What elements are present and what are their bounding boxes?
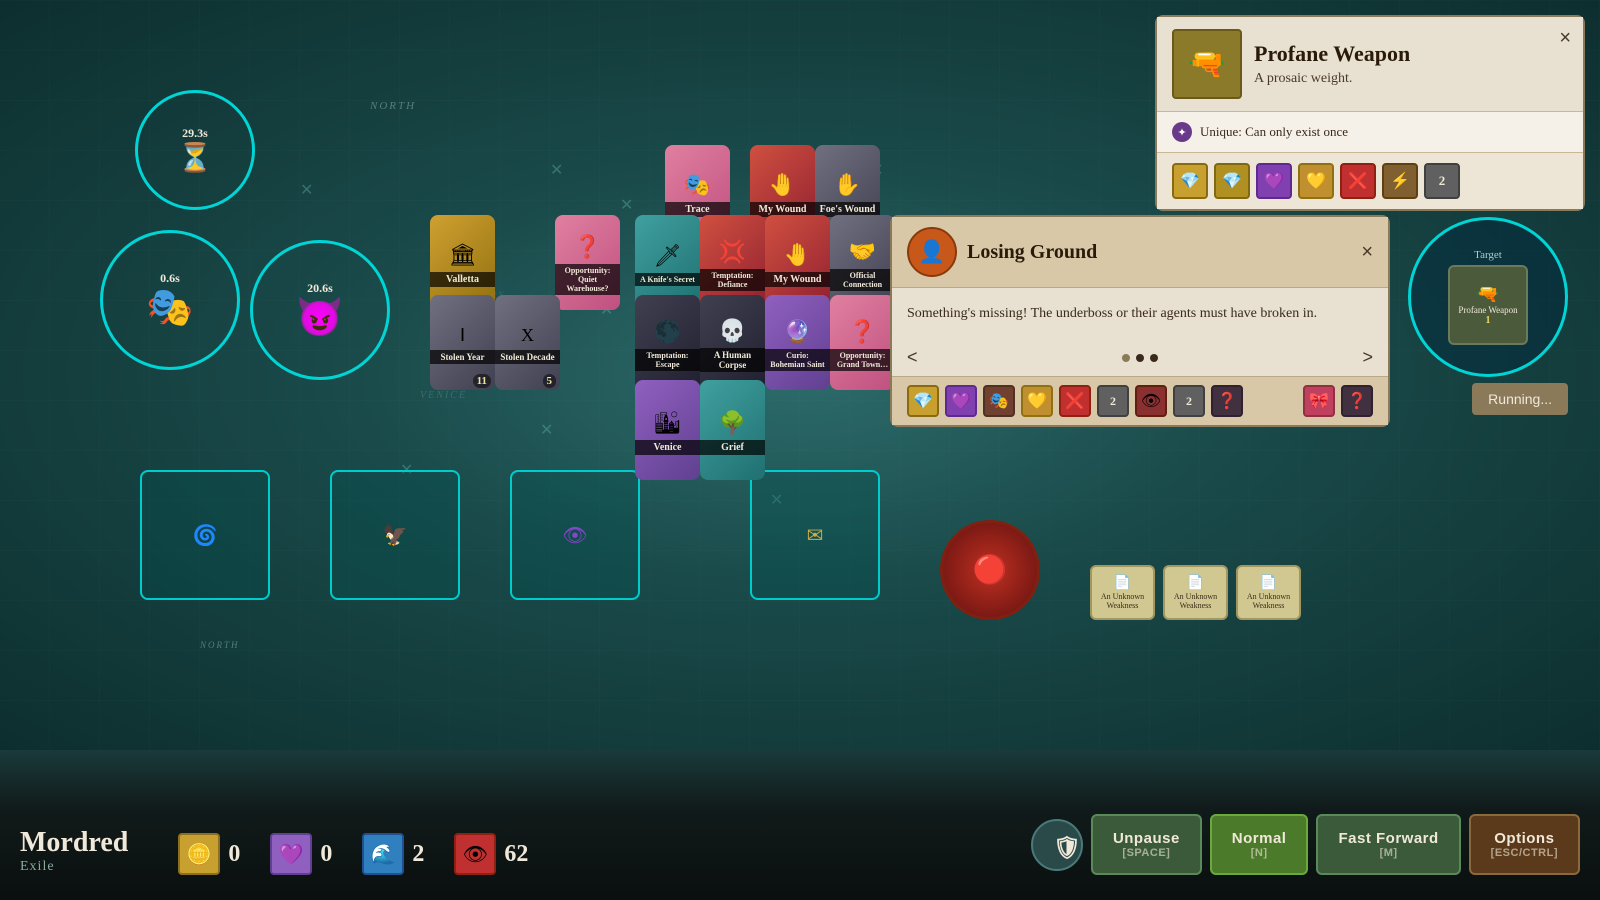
event-dot-3 <box>1150 354 1158 362</box>
event-side-icon-1[interactable]: 🎀 <box>1303 385 1335 417</box>
event-side-icon-2[interactable]: ❓ <box>1341 385 1373 417</box>
resource-item-0: 🪙 0 <box>178 833 240 875</box>
options-button[interactable]: Options [ESC/CTRL] <box>1469 814 1580 875</box>
tooltip-icons-row: 💎 💎 💜 💛 ❌ ⚡ 2 <box>1157 152 1583 209</box>
resource-bar: 🪙 0 💜 0 🌊 2 👁 62 <box>148 818 1011 890</box>
event-icons-row: 💎 💜 🎭 💛 ❌ 2 👁 2 ❓ 🎀 ❓ <box>892 376 1388 425</box>
weakness-card-2[interactable]: 📄 An Unknown Weakness <box>1163 565 1228 620</box>
card-opportunity-grand[interactable]: ❓ Opportunity: Grand Town… <box>830 295 895 390</box>
resource-icon-2: 🌊 <box>362 833 404 875</box>
weakness-card-1[interactable]: 📄 An Unknown Weakness <box>1090 565 1155 620</box>
event-icon-8: 2 <box>1173 385 1205 417</box>
timer-circle-left1[interactable]: 0.6s 🎭 <box>100 230 240 370</box>
unpause-button[interactable]: Unpause [SPACE] <box>1091 814 1202 875</box>
weakness-cards-area: 📄 An Unknown Weakness 📄 An Unknown Weakn… <box>1090 565 1301 620</box>
card-human-corpse[interactable]: 💀 A Human Corpse <box>700 295 765 390</box>
event-icon-5[interactable]: ❌ <box>1059 385 1091 417</box>
tip-icon-4[interactable]: 💛 <box>1298 163 1334 199</box>
resource-icon-3: 👁 <box>454 833 496 875</box>
red-device[interactable]: 🔴 <box>940 520 1040 620</box>
resource-icon-1: 💜 <box>270 833 312 875</box>
tooltip-unique-tag: ✦ Unique: Can only exist once <box>1172 122 1568 142</box>
event-target-label: Target <box>1474 249 1502 261</box>
event-prev-button[interactable]: < <box>907 347 918 368</box>
event-running-button[interactable]: Running... <box>1472 383 1568 415</box>
timer-circle-left2[interactable]: 20.6s 😈 <box>250 240 390 380</box>
event-target-circle: Target 🔫 Profane Weapon 1 <box>1408 217 1568 377</box>
card-stolen-decade[interactable]: X Stolen Decade 5 <box>495 295 560 390</box>
event-header: 👤 Losing Ground × <box>892 217 1388 288</box>
resource-count-0: 0 <box>228 841 240 868</box>
card-stolen-year[interactable]: Ⅰ Stolen Year 11 <box>430 295 495 390</box>
event-dot-2 <box>1136 354 1144 362</box>
event-target-card[interactable]: 🔫 Profane Weapon 1 <box>1448 265 1528 345</box>
resource-item-2: 🌊 2 <box>362 833 424 875</box>
map-label-north: NORTH <box>370 100 416 112</box>
resource-count-3: 62 <box>504 841 528 868</box>
event-icon-1[interactable]: 💎 <box>907 385 939 417</box>
tip-icon-7: 2 <box>1424 163 1460 199</box>
event-body: Something's missing! The underboss or th… <box>892 288 1388 339</box>
normal-button[interactable]: Normal [N] <box>1210 814 1309 875</box>
player-subtitle: Exile <box>20 859 128 875</box>
event-icon-7[interactable]: 👁 <box>1135 385 1167 417</box>
resource-item-1: 💜 0 <box>270 833 332 875</box>
card-curio-bohemian[interactable]: 🔮 Curio: Bohemian Saint <box>765 295 830 390</box>
location-slot-3[interactable]: 👁 <box>510 470 640 600</box>
card-grief[interactable]: 🌳 Grief <box>700 380 765 480</box>
location-slot-2[interactable]: 🦅 <box>330 470 460 600</box>
tip-icon-1[interactable]: 💎 <box>1172 163 1208 199</box>
tip-icon-6[interactable]: ⚡ <box>1382 163 1418 199</box>
control-buttons: 🛡 Unpause [SPACE] Normal [N] Fast Forwar… <box>1011 799 1600 890</box>
player-info: Mordred Exile <box>0 812 148 890</box>
tip-icon-3[interactable]: 💜 <box>1256 163 1292 199</box>
tooltip-weapon-icon: 🔫 <box>1172 29 1242 99</box>
resource-item-3: 👁 62 <box>454 833 528 875</box>
tooltip-close-button[interactable]: × <box>1559 27 1571 50</box>
map-label-med: NORTH <box>200 640 240 650</box>
event-panel: 👤 Losing Ground × Something's missing! T… <box>890 215 1390 427</box>
timer-circle-top[interactable]: 29.3s ⏳ <box>135 90 255 210</box>
event-icon-4[interactable]: 💛 <box>1021 385 1053 417</box>
card-opportunity-quiet[interactable]: ❓ Opportunity: Quiet Warehouse? <box>555 215 620 310</box>
card-venice[interactable]: 🏙 Venice <box>635 380 700 480</box>
event-icon-6: 2 <box>1097 385 1129 417</box>
timer-top-value: 29.3s <box>182 126 208 141</box>
event-nav: < > <box>892 339 1388 376</box>
bottom-bar: Mordred Exile 🪙 0 💜 0 🌊 2 👁 62 🛡 Unpause… <box>0 750 1600 900</box>
resource-count-2: 2 <box>412 841 424 868</box>
shield-button[interactable]: 🛡 <box>1031 819 1083 871</box>
weakness-card-3[interactable]: 📄 An Unknown Weakness <box>1236 565 1301 620</box>
event-dot-1 <box>1122 354 1130 362</box>
card-temptation-escape[interactable]: 🌑 Temptation: Escape <box>635 295 700 390</box>
event-icon-9[interactable]: ❓ <box>1211 385 1243 417</box>
resource-icon-0: 🪙 <box>178 833 220 875</box>
tip-icon-5[interactable]: ❌ <box>1340 163 1376 199</box>
tooltip-panel: 🔫 Profane Weapon A prosaic weight. × ✦ U… <box>1155 15 1585 211</box>
player-name: Mordred <box>20 827 128 859</box>
resource-count-1: 0 <box>320 841 332 868</box>
location-slot-1[interactable]: 🌀 <box>140 470 270 600</box>
event-close-button[interactable]: × <box>1361 241 1373 264</box>
tooltip-title: Profane Weapon <box>1254 41 1410 67</box>
map-label-venice: Venice <box>420 390 467 401</box>
event-icon-3[interactable]: 🎭 <box>983 385 1015 417</box>
event-avatar: 👤 <box>907 227 957 277</box>
timer-left1-value: 0.6s <box>160 271 180 286</box>
event-next-button[interactable]: > <box>1362 347 1373 368</box>
tooltip-description: A prosaic weight. <box>1254 71 1410 87</box>
unique-icon: ✦ <box>1172 122 1192 142</box>
fast-forward-button[interactable]: Fast Forward [M] <box>1316 814 1460 875</box>
event-dots <box>1122 354 1158 362</box>
event-title: Losing Ground <box>967 241 1351 264</box>
timer-left2-value: 20.6s <box>307 281 333 296</box>
tip-icon-2[interactable]: 💎 <box>1214 163 1250 199</box>
event-icon-2[interactable]: 💜 <box>945 385 977 417</box>
location-slot-4[interactable]: ✉ <box>750 470 880 600</box>
